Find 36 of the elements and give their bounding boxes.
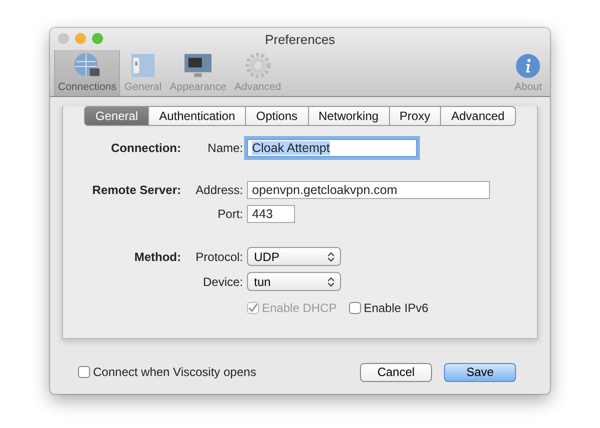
popup-menu[interactable]: UDP bbox=[247, 247, 341, 266]
checkbox[interactable]: Connect when Viscosity opens bbox=[78, 365, 256, 379]
checkbox[interactable]: Enable IPv6 bbox=[348, 301, 428, 315]
field-label: Port: bbox=[216, 207, 243, 221]
tab[interactable]: Options bbox=[246, 106, 309, 126]
field-label: Address: bbox=[194, 183, 243, 197]
section-label: Method: bbox=[133, 250, 181, 264]
tab[interactable]: Authentication bbox=[149, 106, 246, 126]
field-label: Device: bbox=[202, 274, 243, 288]
save-button[interactable]: Save bbox=[444, 362, 516, 382]
text-field[interactable]: openvpn.getcloakvpn.com bbox=[247, 181, 490, 199]
monitor-icon bbox=[183, 52, 214, 79]
info-icon bbox=[515, 53, 542, 79]
section-label: Remote Server: bbox=[91, 183, 181, 197]
toolbar-item[interactable]: Connections bbox=[54, 50, 120, 96]
tab[interactable]: General bbox=[84, 106, 150, 126]
panel-icon bbox=[129, 52, 158, 79]
field-label: Name: bbox=[206, 141, 243, 155]
gear-icon bbox=[244, 52, 272, 79]
checkmark-icon bbox=[248, 303, 258, 313]
globe-icon bbox=[72, 52, 102, 79]
text-field[interactable]: Cloak Attempt bbox=[247, 139, 417, 157]
stepper-arrows-icon bbox=[328, 252, 334, 262]
tab[interactable]: Proxy bbox=[390, 106, 442, 126]
popup-menu[interactable]: tun bbox=[247, 272, 341, 291]
cancel-button[interactable]: Cancel bbox=[360, 362, 432, 382]
stepper-arrows-icon bbox=[328, 276, 334, 286]
close-button[interactable] bbox=[58, 33, 69, 44]
tab[interactable]: Networking bbox=[308, 106, 390, 126]
field-label: Protocol: bbox=[194, 250, 243, 264]
section-label: Connection: bbox=[110, 141, 181, 155]
minimize-button[interactable] bbox=[75, 33, 86, 44]
tab[interactable]: Advanced bbox=[441, 106, 516, 126]
window-title: Preferences bbox=[264, 32, 336, 46]
zoom-button[interactable] bbox=[92, 33, 103, 44]
text-field[interactable]: 443 bbox=[247, 205, 295, 223]
